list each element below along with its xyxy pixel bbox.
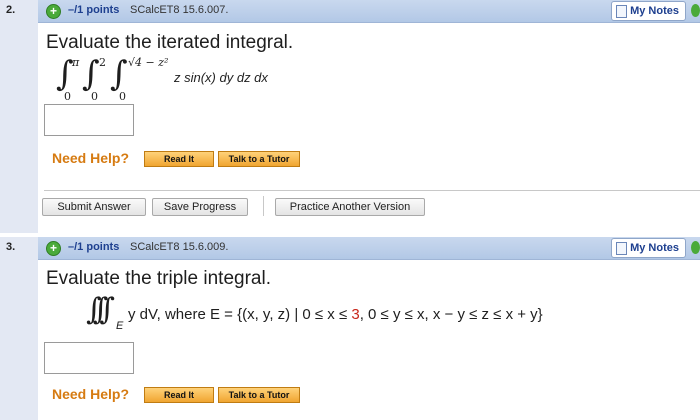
lower-limit: 0 [119,90,126,103]
upper-limit: 2 [99,56,106,69]
talk-to-tutor-button[interactable]: Talk to a Tutor [218,151,300,167]
highlighted-value: 3 [351,306,360,323]
expression-part: , 0 ≤ y ≤ x, x − y ≤ z ≤ x + y} [359,306,543,323]
need-help-label: Need Help? [52,386,130,402]
question-number-column [0,237,38,420]
notepad-icon [616,5,628,18]
read-it-button[interactable]: Read It [144,151,214,167]
upper-limit: π [72,56,80,69]
question-prompt: Evaluate the triple integral. [46,268,271,289]
upper-limit: √4 − z² [128,56,169,69]
question-code: SCalcET8 15.6.009. [130,241,229,253]
points-label: –/1 points [68,4,120,16]
talk-to-tutor-button[interactable]: Talk to a Tutor [218,387,300,403]
my-notes-label: My Notes [630,5,679,17]
expand-plus-icon[interactable]: + [46,241,61,256]
lower-limit: 0 [91,90,98,103]
button-separator [263,196,264,216]
question-number: 2. [6,4,16,16]
question-number: 3. [6,241,16,253]
integral-sign: ∫ [110,54,128,94]
my-notes-button[interactable]: My Notes [611,1,686,21]
need-help-label: Need Help? [52,150,130,166]
region-label: E [116,320,124,332]
question-prompt: Evaluate the iterated integral. [46,32,294,53]
notepad-icon [616,242,628,255]
divider [44,190,700,191]
question-header: + –/1 points SCalcET8 15.6.007. My Notes [38,0,700,23]
save-progress-button[interactable]: Save Progress [152,198,248,216]
answer-input[interactable] [44,104,134,136]
integral-expression: y dV, where E = {(x, y, z) | 0 ≤ x ≤ 3, … [128,306,543,323]
expand-plus-icon[interactable]: + [46,4,61,19]
triple-integral: ∫∫∫ E y dV, where E = {(x, y, z) | 0 ≤ x… [86,292,686,336]
notes-toggle-icon[interactable] [691,4,700,17]
read-it-button[interactable]: Read It [144,387,214,403]
points-label: –/1 points [68,241,120,253]
my-notes-label: My Notes [630,242,679,254]
my-notes-button[interactable]: My Notes [611,238,686,258]
lower-limit: 0 [64,90,71,103]
expression-part: y dV, where E = {(x, y, z) | 0 ≤ x ≤ [128,306,352,323]
question-number-column [0,0,38,233]
integral-sign: ∫ [82,54,100,94]
iterated-integral: ∫ π 0 ∫ 2 0 ∫ √4 − z² 0 z sin(x) dy dz d… [50,54,310,104]
question-header: + –/1 points SCalcET8 15.6.009. My Notes [38,237,700,260]
question-code: SCalcET8 15.6.007. [130,4,229,16]
triple-integral-sign: ∫∫∫ [86,292,115,327]
practice-another-version-button[interactable]: Practice Another Version [275,198,425,216]
submit-answer-button[interactable]: Submit Answer [42,198,146,216]
notes-toggle-icon[interactable] [691,241,700,254]
answer-input[interactable] [44,342,134,374]
integrand: z sin(x) dy dz dx [174,70,268,85]
